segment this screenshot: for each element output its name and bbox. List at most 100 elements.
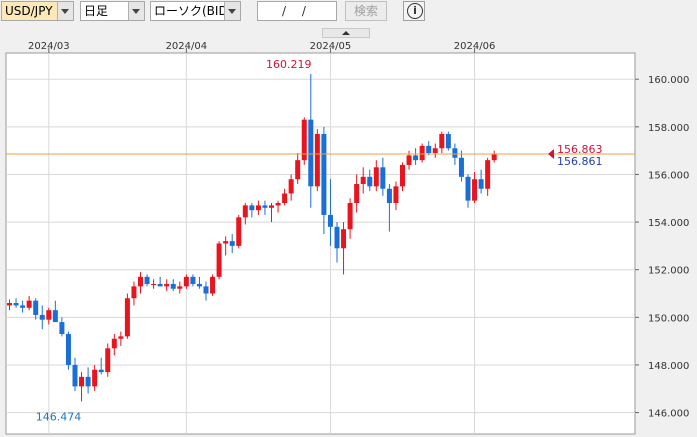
symbol-label: USD/JPY [5, 4, 53, 18]
candle-body [124, 298, 130, 337]
collapse-toggle[interactable] [322, 28, 370, 38]
chevron-down-icon[interactable] [224, 2, 240, 20]
y-tick-label: 152.000 [648, 266, 689, 277]
candle-body [52, 310, 58, 323]
candle-body [59, 322, 65, 334]
ask-price-label: 156.861 [557, 155, 603, 168]
candle-body [465, 176, 471, 201]
candle-body [445, 133, 451, 149]
candle-body [491, 153, 497, 161]
toolbar: USD/JPY 日足 ローソク(BID) / / 検索 i [0, 0, 697, 26]
chart-type-label: ローソク(BID) [154, 4, 233, 18]
y-tick-label: 158.000 [648, 123, 689, 134]
candle-body [242, 205, 248, 218]
candle-body [164, 283, 170, 287]
chevron-down-icon[interactable] [57, 2, 73, 20]
info-button[interactable]: i [403, 1, 425, 21]
candle-body [321, 133, 327, 215]
y-tick-label: 160.000 [648, 75, 689, 86]
candle-body [406, 155, 412, 165]
candle-body [216, 243, 222, 277]
candle-body [380, 167, 386, 189]
candle-body [229, 241, 235, 246]
chart-type-select[interactable]: ローソク(BID) [150, 1, 241, 21]
candle-body [354, 183, 360, 204]
y-tick-label: 154.000 [648, 218, 689, 229]
plot-area [5, 52, 636, 435]
candle-body [131, 286, 137, 299]
chevron-down-icon[interactable] [128, 2, 144, 20]
candle-body [386, 188, 392, 204]
candle-body [347, 203, 353, 230]
candle-body [210, 276, 216, 294]
candle-body [269, 205, 274, 208]
candle-body [485, 160, 491, 189]
candle-body [236, 217, 242, 246]
candle-body [255, 205, 261, 211]
candle-body [79, 376, 85, 387]
candle-body [288, 179, 294, 194]
candle-body [413, 155, 419, 161]
candle-body [138, 276, 143, 287]
candle-body [295, 160, 301, 180]
low-label: 146.474 [36, 410, 82, 423]
candle-body [262, 205, 268, 208]
candle-body [144, 276, 150, 284]
y-tick-label: 150.000 [648, 313, 689, 324]
y-tick-label: 156.000 [648, 170, 689, 181]
symbol-select[interactable]: USD/JPY [1, 1, 74, 21]
candle-body [157, 283, 163, 287]
candle-body [308, 119, 314, 187]
candle-body [203, 286, 209, 294]
date-input[interactable]: / / [257, 1, 337, 21]
candle-body [151, 283, 157, 285]
candle-body [478, 179, 484, 189]
candle-body [432, 148, 438, 154]
candle-body [33, 300, 39, 315]
candle-body [360, 176, 366, 184]
candle-body [85, 376, 91, 387]
candle-body [72, 364, 78, 387]
candle-body [275, 203, 281, 206]
candle-body [118, 336, 124, 339]
candle-body [196, 283, 202, 287]
candle-body [367, 176, 373, 187]
candle-body [472, 179, 478, 201]
candle-body [46, 310, 52, 320]
x-tick-label: 2024/05 [310, 41, 352, 52]
candle-body [314, 133, 320, 187]
candle-body [92, 369, 98, 387]
candle-body [183, 276, 189, 287]
candle-body [170, 283, 176, 289]
candle-body [341, 229, 347, 249]
candle-body [426, 145, 432, 154]
high-label: 160.219 [266, 58, 312, 71]
candle-body [458, 157, 464, 177]
x-tick-label: 2024/06 [454, 41, 496, 52]
x-tick-label: 2024/04 [166, 41, 208, 52]
candlestick-chart: 2024/03 2024/04 2024/05 2024/06 146.000 148.… [0, 38, 697, 437]
candle-body [373, 167, 379, 187]
candle-body [327, 214, 333, 227]
candle-body [111, 338, 117, 349]
candle-body [282, 193, 288, 204]
timeframe-select[interactable]: 日足 [80, 1, 145, 21]
search-button[interactable]: 検索 [345, 1, 387, 21]
candle-body [105, 348, 111, 373]
candle-body [65, 333, 71, 365]
candle-body [334, 226, 340, 249]
info-icon: i [407, 3, 423, 19]
y-tick-label: 146.000 [648, 409, 689, 420]
candle-body [39, 314, 45, 320]
candle-body [452, 148, 458, 158]
x-tick-label: 2024/03 [28, 41, 70, 52]
candle-body [98, 369, 104, 373]
candle-body [393, 186, 399, 204]
candle-body [223, 241, 229, 244]
candle-body [439, 133, 445, 149]
candle-body [20, 305, 26, 308]
y-tick-label: 148.000 [648, 361, 689, 372]
candle-body [400, 164, 405, 187]
candle-body [190, 276, 196, 284]
candle-body [249, 205, 255, 211]
